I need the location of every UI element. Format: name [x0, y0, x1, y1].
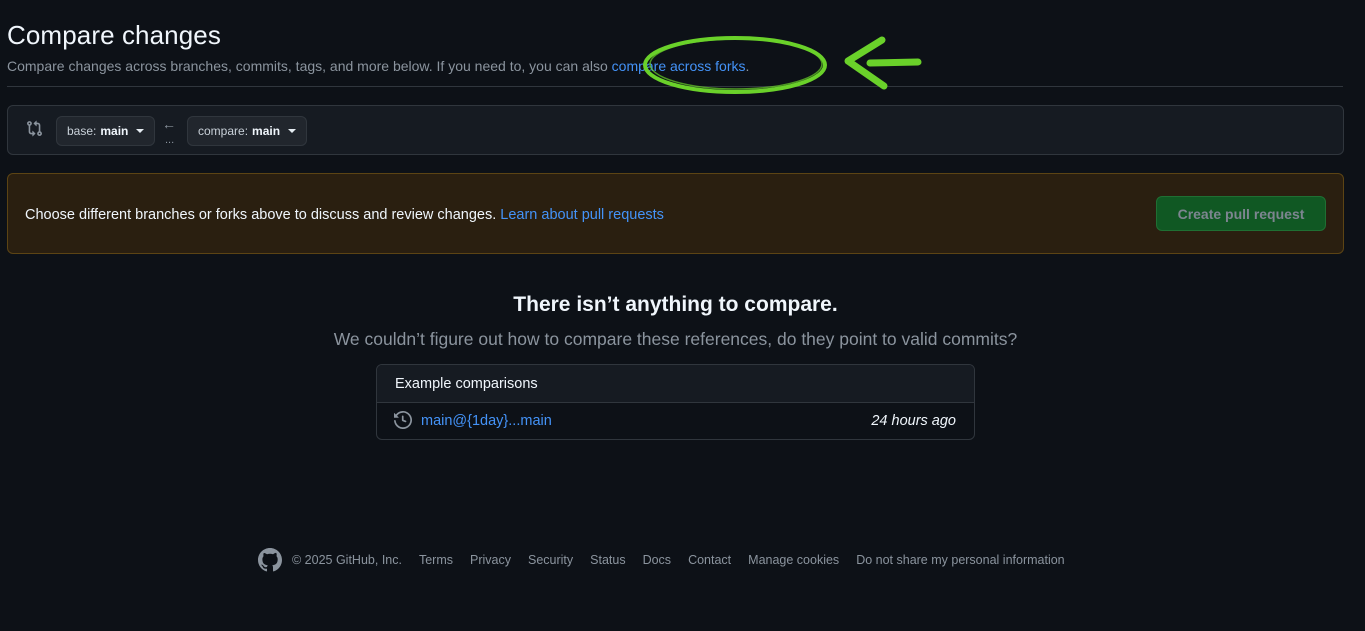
compare-branch-name: main — [252, 124, 281, 138]
compare-label: compare: — [198, 124, 249, 138]
list-item: main@{1day}...main 24 hours ago — [377, 403, 974, 439]
history-icon — [394, 410, 413, 434]
footer-link-do-not-share[interactable]: Do not share my personal information — [856, 553, 1064, 567]
footer-link-status[interactable]: Status — [590, 553, 625, 567]
page-subtitle: Compare changes across branches, commits… — [7, 58, 749, 74]
learn-pull-requests-link[interactable]: Learn about pull requests — [500, 207, 664, 223]
base-label: base: — [67, 124, 97, 138]
flash-text: Choose different branches or forks above… — [25, 207, 501, 223]
footer-copyright: © 2025 GitHub, Inc. — [292, 553, 402, 567]
footer-link-privacy[interactable]: Privacy — [470, 553, 511, 567]
git-compare-icon — [26, 120, 43, 142]
chevron-down-icon — [288, 129, 297, 133]
footer-link-docs[interactable]: Docs — [643, 553, 671, 567]
footer-link-manage-cookies[interactable]: Manage cookies — [748, 553, 839, 567]
flash-message: Choose different branches or forks above… — [25, 207, 664, 223]
arrow-left-icon: ← — [162, 116, 176, 132]
range-dots: ... — [165, 134, 175, 146]
example-comparisons: Example comparisons main@{1day}...main 2… — [376, 364, 975, 440]
footer: © 2025 GitHub, Inc. Terms Privacy Securi… — [258, 546, 1082, 574]
example-comparisons-header: Example comparisons — [377, 365, 974, 403]
compare-branch-select[interactable]: compare: main — [187, 116, 308, 146]
github-logo-icon[interactable] — [258, 548, 282, 572]
compare-page: Compare changes Compare changes across b… — [0, 0, 1365, 631]
blankslate-subtitle: We couldn’t figure out how to compare th… — [333, 329, 1018, 349]
example-time: 24 hours ago — [871, 413, 956, 429]
subtitle-text: Compare changes across branches, commits… — [7, 58, 612, 74]
base-branch-select[interactable]: base: main — [56, 116, 156, 146]
chevron-down-icon — [136, 129, 145, 133]
footer-link-contact[interactable]: Contact — [688, 553, 731, 567]
compare-across-forks-link[interactable]: compare across forks — [612, 58, 746, 74]
page-title: Compare changes — [7, 20, 221, 50]
base-branch-name: main — [100, 124, 129, 138]
flash-notice: Choose different branches or forks above… — [7, 173, 1344, 254]
footer-link-terms[interactable]: Terms — [419, 553, 453, 567]
create-pull-request-button[interactable]: Create pull request — [1156, 196, 1326, 231]
blankslate-title: There isn’t anything to compare. — [513, 293, 838, 316]
subtitle-suffix: . — [745, 58, 750, 74]
header-divider — [7, 86, 1343, 87]
footer-link-security[interactable]: Security — [528, 553, 573, 567]
range-editor: base: main ← ... compare: main — [7, 105, 1344, 155]
example-comparison-link[interactable]: main@{1day}...main — [421, 413, 552, 429]
